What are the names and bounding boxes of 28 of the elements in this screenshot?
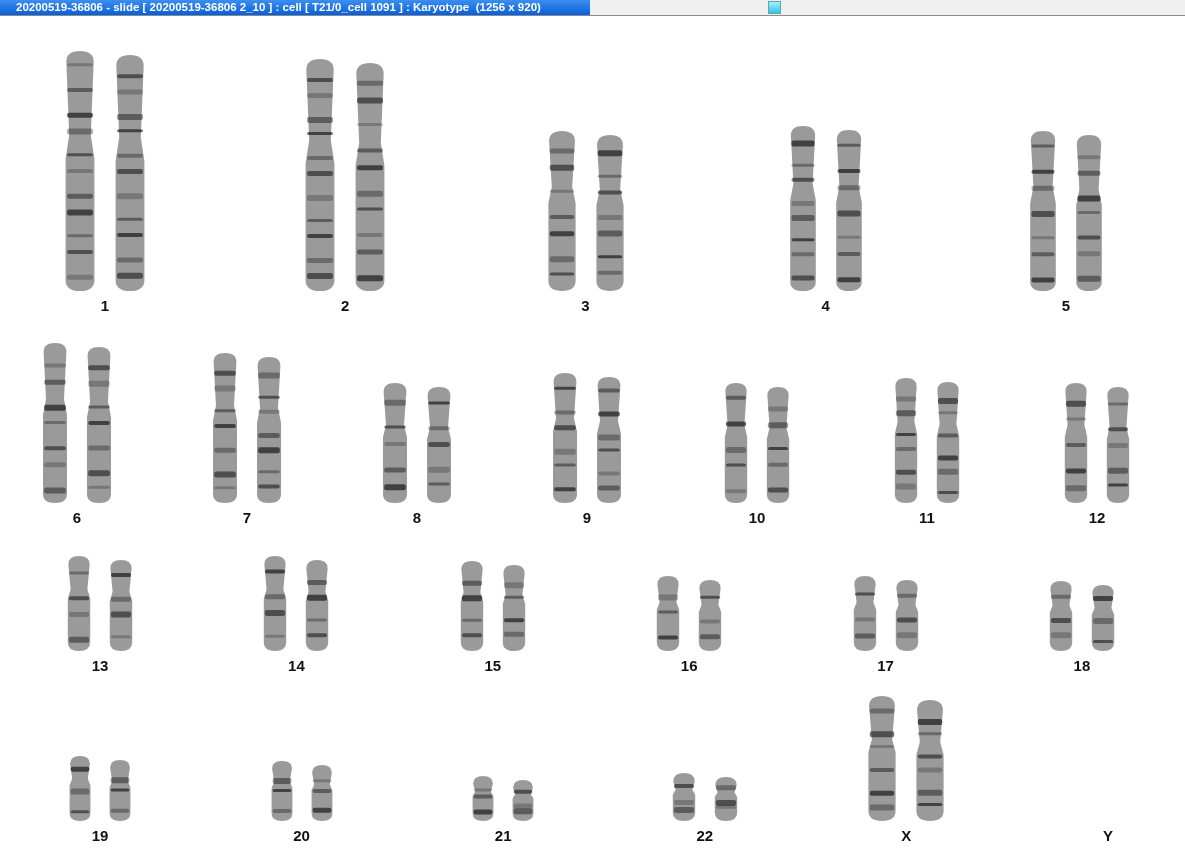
chromosome-number: 2 xyxy=(341,297,350,314)
chromosome-number: 5 xyxy=(1061,297,1071,314)
chromosome-number: 4 xyxy=(821,297,830,314)
chromosome-number: 6 xyxy=(72,509,82,526)
chromosome-number: 15 xyxy=(484,657,502,674)
chromosome-number: X xyxy=(901,827,912,844)
chromosome-number: 11 xyxy=(919,509,935,526)
chromosome-number: 16 xyxy=(680,657,698,674)
chromosome-number: 7 xyxy=(242,509,252,526)
chromosome-number: 3 xyxy=(581,297,590,314)
chromosome-number: 22 xyxy=(696,827,714,844)
chromosome-number: Y xyxy=(1102,827,1113,844)
chromosome-number: 10 xyxy=(748,509,766,526)
chromosome-drawing xyxy=(107,760,133,821)
window-title: 20200519-36806 - slide [ 20200519-36806 2_10 ] : cell [ T21/0_cell 1091 ] : Karyotype (1256 x 920) xyxy=(0,0,590,15)
chromosome-number: 18 xyxy=(1073,657,1091,674)
chromosome-number: 14 xyxy=(288,657,305,674)
chromosome-number: 1 xyxy=(100,297,110,314)
chromosome-number: 17 xyxy=(877,657,894,674)
chromosome-number: 13 xyxy=(91,657,109,674)
chromosome-number: 20 xyxy=(293,827,310,844)
chromosome-number: 19 xyxy=(91,827,109,844)
scroll-thumb[interactable] xyxy=(768,1,781,14)
chromosome-number: 9 xyxy=(582,509,592,526)
chromosome-number: 12 xyxy=(1088,509,1106,526)
chromosome-drawing xyxy=(67,756,93,821)
chromosome-number: 8 xyxy=(412,509,422,526)
chromosome-number: 21 xyxy=(494,827,512,844)
